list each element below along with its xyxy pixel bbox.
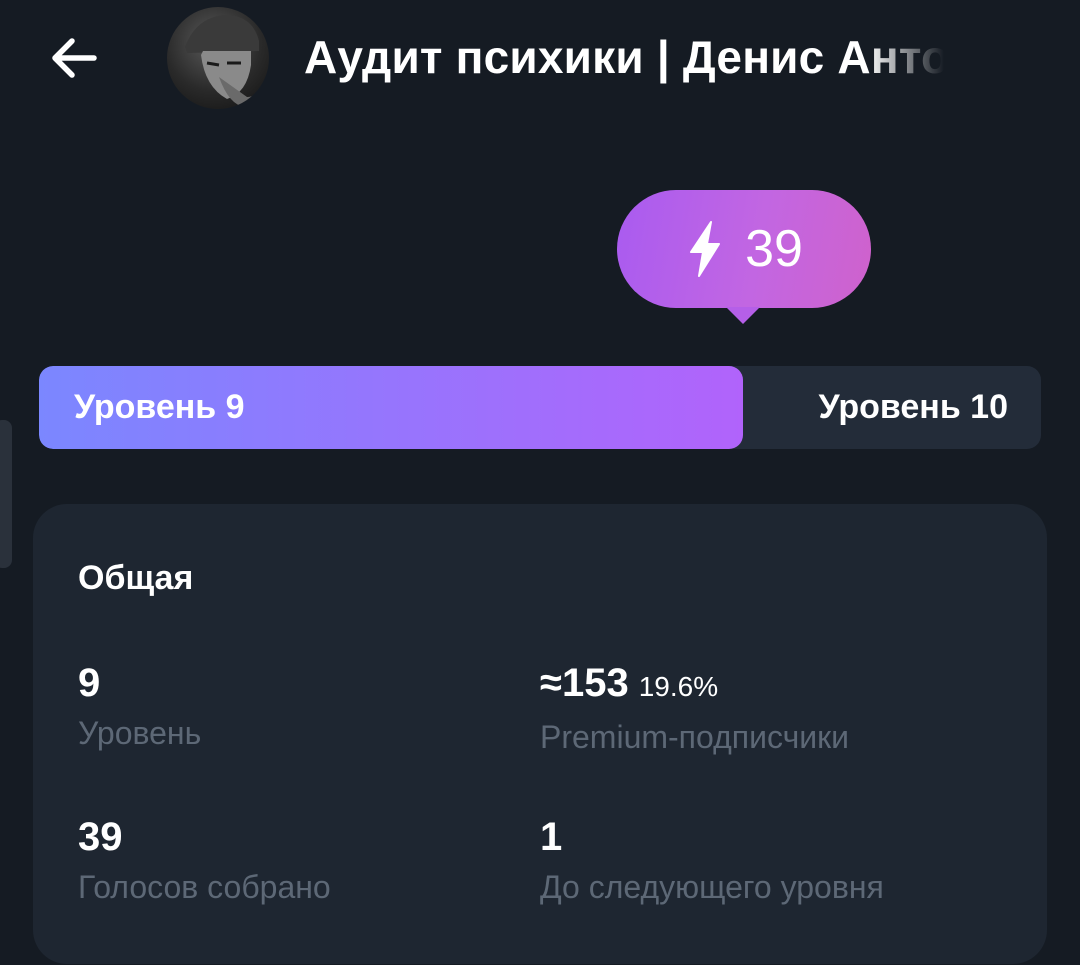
back-button[interactable]: [46, 30, 102, 86]
stat-next-level: 1 До следующего уровня: [540, 813, 884, 906]
stat-votes-label: Голосов собрано: [78, 869, 331, 905]
stat-next-value: 1: [540, 815, 563, 859]
stat-next-label: До следующего уровня: [540, 869, 884, 905]
channel-avatar[interactable]: [167, 7, 269, 109]
stat-premium-label: Premium-подписчики: [540, 719, 850, 755]
stat-level: 9 Уровень: [78, 659, 201, 752]
stats-card: Общая 9 Уровень ≈153 19.6% Premium-подпис…: [33, 504, 1047, 964]
stat-premium: ≈153 19.6% Premium-подписчики: [540, 659, 849, 756]
boost-count: 39: [745, 220, 803, 278]
boost-count-badge: 39: [617, 190, 871, 324]
stat-votes: 39 Голосов собрано: [78, 813, 331, 906]
arrow-left-icon: [52, 38, 97, 78]
level-progress-bar: Уровень 9 Уровень 10: [39, 366, 1041, 449]
lightning-icon: [690, 221, 721, 277]
top-bar: Аудит психики | Денис Антонов: [0, 0, 1080, 120]
stats-title: Общая: [78, 559, 194, 597]
stat-level-value: 9: [78, 661, 101, 705]
current-level-label: Уровень 9: [74, 388, 245, 426]
stat-level-label: Уровень: [78, 715, 202, 751]
stat-premium-percent: 19.6%: [638, 671, 719, 702]
stat-votes-value: 39: [78, 815, 123, 859]
avatar-image: [185, 15, 269, 109]
side-drawer-handle[interactable]: [0, 420, 12, 568]
channel-title: Аудит психики | Денис Антонов: [304, 31, 944, 83]
next-level-label: Уровень 10: [818, 388, 1008, 426]
stat-premium-value-row: ≈153 19.6%: [540, 659, 849, 711]
stat-premium-value: ≈153: [540, 661, 629, 705]
